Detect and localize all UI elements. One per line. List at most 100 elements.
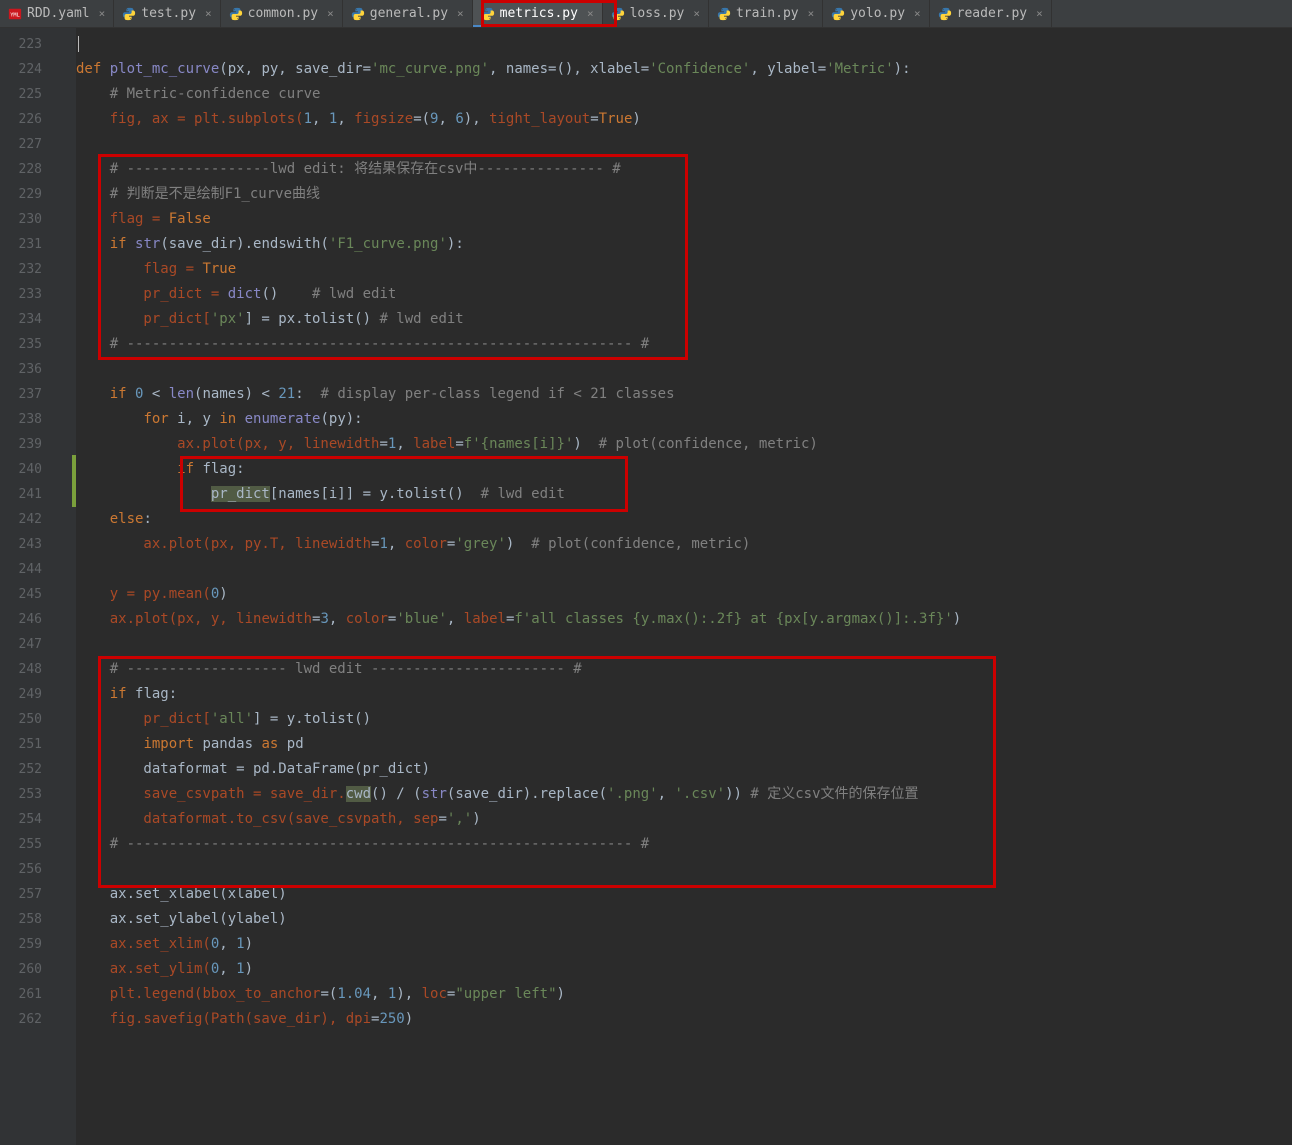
tab-loss-py[interactable]: loss.py× (603, 0, 709, 27)
close-icon[interactable]: × (327, 7, 334, 20)
line-number: 237 (0, 382, 52, 407)
close-icon[interactable]: × (99, 7, 106, 20)
line-number: 260 (0, 957, 52, 982)
line-number: 229 (0, 182, 52, 207)
code-line-230[interactable]: flag = False (76, 207, 1292, 232)
line-number: 256 (0, 857, 52, 882)
code-line-245[interactable]: y = py.mean(0) (76, 582, 1292, 607)
line-number: 259 (0, 932, 52, 957)
code-line-224[interactable]: def plot_mc_curve(px, py, save_dir='mc_c… (76, 57, 1292, 82)
code-line-231[interactable]: if str(save_dir).endswith('F1_curve.png'… (76, 232, 1292, 257)
code-area[interactable]: def plot_mc_curve(px, py, save_dir='mc_c… (76, 28, 1292, 1145)
code-line-247[interactable] (76, 632, 1292, 657)
code-line-251[interactable]: import pandas as pd (76, 732, 1292, 757)
line-number: 255 (0, 832, 52, 857)
tab-general-py[interactable]: general.py× (343, 0, 473, 27)
code-line-257[interactable]: ax.set_xlabel(xlabel) (76, 882, 1292, 907)
code-line-227[interactable] (76, 132, 1292, 157)
code-line-252[interactable]: dataformat = pd.DataFrame(pr_dict) (76, 757, 1292, 782)
line-number: 261 (0, 982, 52, 1007)
code-line-244[interactable] (76, 557, 1292, 582)
code-line-250[interactable]: pr_dict['all'] = y.tolist() (76, 707, 1292, 732)
code-line-241[interactable]: pr_dict[names[i]] = y.tolist() # lwd edi… (76, 482, 1292, 507)
line-number: 248 (0, 657, 52, 682)
tab-common-py[interactable]: common.py × (221, 0, 343, 27)
code-line-259[interactable]: ax.set_xlim(0, 1) (76, 932, 1292, 957)
code-line-226[interactable]: fig, ax = plt.subplots(1, 1, figsize=(9,… (76, 107, 1292, 132)
line-number: 253 (0, 782, 52, 807)
python-file-icon (122, 7, 136, 21)
close-icon[interactable]: × (808, 7, 815, 20)
code-line-261[interactable]: plt.legend(bbox_to_anchor=(1.04, 1), loc… (76, 982, 1292, 1007)
tab-label: metrics.py (500, 6, 578, 21)
code-line-228[interactable]: # -----------------lwd edit: 将结果保存在csv中-… (76, 157, 1292, 182)
line-number: 251 (0, 732, 52, 757)
code-line-249[interactable]: if flag: (76, 682, 1292, 707)
tab-test-py[interactable]: test.py × (114, 0, 220, 27)
tab-label: test.py (141, 6, 196, 21)
line-number: 246 (0, 607, 52, 632)
cursor (78, 36, 79, 52)
line-number: 243 (0, 532, 52, 557)
code-line-248[interactable]: # ------------------- lwd edit ---------… (76, 657, 1292, 682)
close-icon[interactable]: × (587, 7, 594, 20)
line-number: 258 (0, 907, 52, 932)
line-number: 245 (0, 582, 52, 607)
code-line-258[interactable]: ax.set_ylabel(ylabel) (76, 907, 1292, 932)
code-line-243[interactable]: ax.plot(px, py.T, linewidth=1, color='gr… (76, 532, 1292, 557)
close-icon[interactable]: × (693, 7, 700, 20)
code-line-255[interactable]: # --------------------------------------… (76, 832, 1292, 857)
close-icon[interactable]: × (457, 7, 464, 20)
line-number: 242 (0, 507, 52, 532)
tab-yolo-py[interactable]: yolo.py× (823, 0, 929, 27)
line-number: 232 (0, 257, 52, 282)
code-line-246[interactable]: ax.plot(px, y, linewidth=3, color='blue'… (76, 607, 1292, 632)
line-number: 226 (0, 107, 52, 132)
code-line-229[interactable]: # 判断是不是绘制F1_curve曲线 (76, 182, 1292, 207)
line-number: 239 (0, 432, 52, 457)
close-icon[interactable]: × (205, 7, 212, 20)
line-number: 244 (0, 557, 52, 582)
code-line-225[interactable]: # Metric-confidence curve (76, 82, 1292, 107)
tab-train-py[interactable]: train.py× (709, 0, 823, 27)
line-number: 234 (0, 307, 52, 332)
code-line-262[interactable]: fig.savefig(Path(save_dir), dpi=250) (76, 1007, 1292, 1032)
line-number: 224 (0, 57, 52, 82)
line-number: 254 (0, 807, 52, 832)
code-line-234[interactable]: pr_dict['px'] = px.tolist() # lwd edit (76, 307, 1292, 332)
code-line-233[interactable]: pr_dict = dict() # lwd edit (76, 282, 1292, 307)
python-file-icon (831, 7, 845, 21)
close-icon[interactable]: × (914, 7, 921, 20)
python-file-icon (938, 7, 952, 21)
line-number: 241 (0, 482, 52, 507)
python-file-icon (717, 7, 731, 21)
code-line-256[interactable] (76, 857, 1292, 882)
code-line-242[interactable]: else: (76, 507, 1292, 532)
line-number: 227 (0, 132, 52, 157)
tab-metrics-py[interactable]: metrics.py × (473, 0, 603, 27)
tab-label: common.py (248, 6, 318, 21)
line-number: 262 (0, 1007, 52, 1032)
close-icon[interactable]: × (1036, 7, 1043, 20)
editor-tabs: YMLRDD.yaml×test.py×common.py×general.py… (0, 0, 1292, 28)
tab-label: RDD.yaml (27, 6, 90, 21)
python-file-icon (229, 7, 243, 21)
svg-text:YML: YML (10, 12, 19, 18)
code-line-237[interactable]: if 0 < len(names) < 21: # display per-cl… (76, 382, 1292, 407)
line-number-gutter: 2232242252262272282292302312322332342352… (0, 28, 52, 1145)
code-line-253[interactable]: save_csvpath = save_dir.cwd() / (str(sav… (76, 782, 1292, 807)
line-number: 235 (0, 332, 52, 357)
code-line-223[interactable] (76, 32, 1292, 57)
code-line-235[interactable]: # --------------------------------------… (76, 332, 1292, 357)
line-number: 225 (0, 82, 52, 107)
code-line-260[interactable]: ax.set_ylim(0, 1) (76, 957, 1292, 982)
code-line-254[interactable]: dataformat.to_csv(save_csvpath, sep=',') (76, 807, 1292, 832)
code-line-238[interactable]: for i, y in enumerate(py): (76, 407, 1292, 432)
tab-RDD-yaml[interactable]: YML RDD.yaml × (0, 0, 114, 27)
tab-reader-py[interactable]: reader.py× (930, 0, 1052, 27)
code-line-240[interactable]: if flag: (76, 457, 1292, 482)
code-line-232[interactable]: flag = True (76, 257, 1292, 282)
code-line-239[interactable]: ax.plot(px, y, linewidth=1, label=f'{nam… (76, 432, 1292, 457)
code-line-236[interactable] (76, 357, 1292, 382)
line-number: 240 (0, 457, 52, 482)
